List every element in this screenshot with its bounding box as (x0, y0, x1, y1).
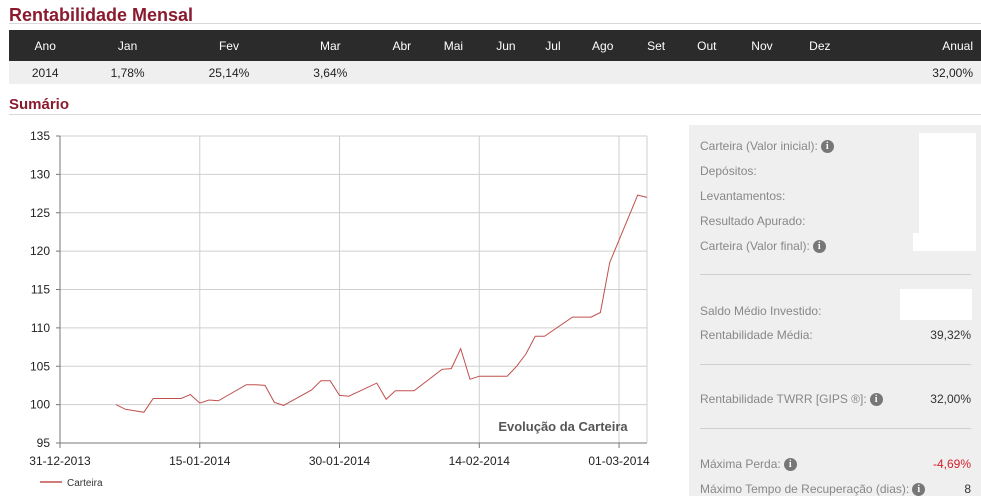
column-header: Out (680, 30, 734, 61)
info-icon[interactable]: i (783, 458, 797, 472)
column-header: Ano (9, 30, 82, 61)
table-cell: 3,64% (284, 61, 377, 84)
y-tick-label: 125 (30, 206, 50, 220)
twrr-row: Rentabilidade TWRR [GIPS ®]: i 32,00% (700, 390, 971, 408)
column-header: Ago (573, 30, 632, 61)
legend-label: Carteira (67, 478, 103, 489)
info-icon[interactable]: i (869, 393, 883, 407)
max-recuperacao-value: 8 (964, 482, 971, 496)
x-tick-label: 31-12-2013 (29, 454, 91, 468)
sumario-title: Sumário (9, 96, 70, 113)
column-header: Mar (284, 30, 377, 61)
chart-title: Evolução da Carteira (498, 419, 628, 434)
final-value-box (913, 233, 976, 251)
rent-media-label: Rentabilidade Média: (700, 328, 813, 342)
column-header: Jan (81, 30, 174, 61)
table-cell (573, 61, 632, 84)
separator (700, 364, 971, 365)
column-header: Jul (532, 30, 574, 61)
table-cell: 2014 (9, 61, 82, 84)
x-tick-label: 30-01-2014 (309, 454, 371, 468)
sumario-rule (9, 114, 981, 115)
table-row: 2014 1,78% 25,14% 3,64% 32,00% (9, 61, 981, 84)
saldo-label: Saldo Médio Investido: (700, 304, 822, 318)
saldo-value-box (900, 289, 972, 320)
table-cell: 32,00% (848, 61, 981, 84)
max-recuperacao-row: Máximo Tempo de Recuperação (dias): i 8 (700, 480, 971, 498)
table-cell (376, 61, 428, 84)
table-cell (427, 61, 480, 84)
column-header: Abr (376, 30, 428, 61)
title-rule (9, 23, 981, 24)
series-line-carteira (115, 194, 648, 413)
x-tick-label: 14-02-2014 (449, 454, 511, 468)
summary-row-label: Resultado Apurado: (700, 214, 806, 228)
column-header: Mai (427, 30, 480, 61)
y-tick-label: 120 (30, 244, 50, 258)
table-cell (680, 61, 734, 84)
portfolio-chart: 95 100 105 110 115 120 125 130 135 31-12-2013 15-… (29, 129, 650, 489)
separator (700, 274, 971, 275)
chart-grid (60, 135, 647, 444)
x-tick-label: 01-03-2014 (588, 454, 650, 468)
table-cell (733, 61, 791, 84)
table-cell: 25,14% (173, 61, 285, 84)
table-cell (631, 61, 681, 84)
info-icon[interactable]: i (820, 140, 834, 154)
column-header: Anual (848, 30, 981, 61)
y-tick-label: 100 (30, 398, 50, 412)
y-tick-label: 95 (37, 436, 51, 450)
column-header: Fev (173, 30, 285, 61)
chart-legend: Carteira (40, 478, 103, 489)
y-tick-label: 130 (30, 167, 50, 181)
separator (700, 428, 971, 429)
max-perda-label: Máxima Perda: (700, 457, 781, 471)
column-header: Jun (479, 30, 533, 61)
y-tick-label: 135 (30, 129, 50, 143)
monthly-returns-table: Ano Jan Fev Mar Abr Mai Jun Jul Ago Set Out Nov Dez A… (9, 30, 981, 84)
summary-row-label: Levantamentos: (700, 189, 786, 203)
column-header: Set (631, 30, 681, 61)
x-tick-label: 15-01-2014 (169, 454, 231, 468)
summary-row-label: Carteira (Valor final): (700, 239, 810, 253)
y-tick-label: 105 (30, 359, 50, 373)
max-perda-value: -4,69% (932, 457, 971, 471)
max-perda-row: Máxima Perda: i -4,69% (700, 455, 971, 473)
table-cell (532, 61, 574, 84)
column-header: Dez (790, 30, 849, 61)
twrr-value: 32,00% (930, 392, 971, 406)
summary-row-label: Depósitos: (700, 164, 757, 178)
info-icon[interactable]: i (812, 240, 826, 254)
column-header: Nov (733, 30, 791, 61)
y-axis-ticks: 95 100 105 110 115 120 125 130 135 (30, 129, 60, 450)
values-box (919, 133, 976, 233)
rent-media-row: Rentabilidade Média: 39,32% (700, 326, 971, 344)
twrr-label: Rentabilidade TWRR [GIPS ®]: (700, 392, 867, 406)
x-axis-ticks: 31-12-2013 15-01-2014 30-01-2014 14-02-2014… (29, 443, 650, 468)
summary-panel: Carteira (Valor inicial): i Depósitos: Leva… (689, 125, 981, 498)
table-cell: 1,78% (81, 61, 174, 84)
summary-row-label: Carteira (Valor inicial): (700, 139, 818, 153)
y-tick-label: 110 (31, 321, 50, 335)
y-tick-label: 115 (31, 283, 50, 297)
rent-media-value: 39,32% (930, 328, 971, 342)
table-cell (479, 61, 533, 84)
info-icon[interactable]: i (912, 483, 926, 497)
table-cell (790, 61, 849, 84)
table-header-row: Ano Jan Fev Mar Abr Mai Jun Jul Ago Set Out Nov Dez A… (9, 30, 981, 61)
max-recuperacao-label: Máximo Tempo de Recuperação (dias): (700, 482, 910, 496)
